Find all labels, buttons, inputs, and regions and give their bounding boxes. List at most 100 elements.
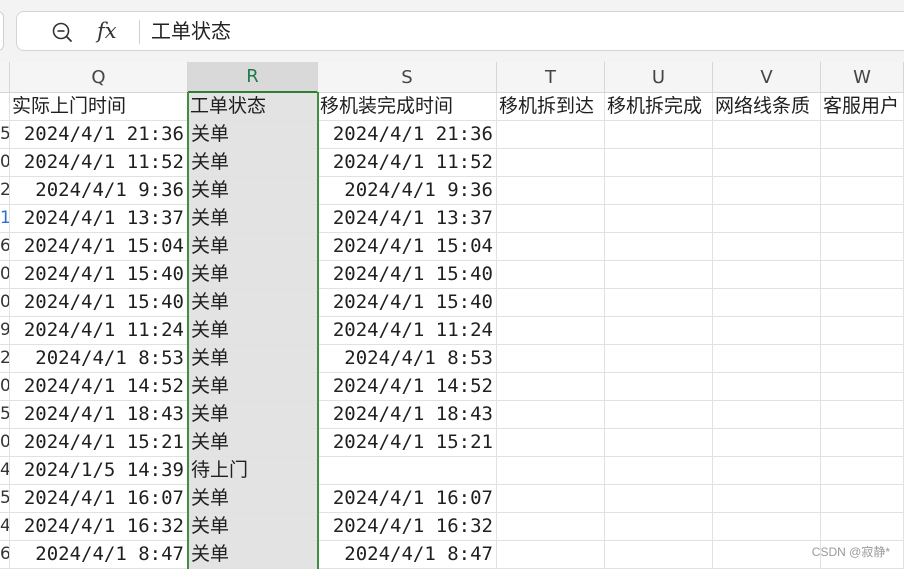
cell-empty[interactable] [497,373,605,401]
cell-r[interactable]: 关单 [188,513,318,541]
cell-r[interactable]: 关单 [188,541,318,569]
cell-empty[interactable] [713,485,821,513]
cell-empty[interactable] [713,177,821,205]
column-header-t[interactable]: T [497,62,605,93]
cell-empty[interactable] [821,261,904,289]
column-header-r[interactable]: R [188,62,318,93]
cell-r[interactable]: 关单 [188,177,318,205]
cell-empty[interactable] [713,401,821,429]
cell-empty[interactable] [821,289,904,317]
cell-empty[interactable] [497,401,605,429]
column-header-p-stub[interactable] [0,62,10,93]
cell-r[interactable]: 关单 [188,485,318,513]
cell-empty[interactable] [821,345,904,373]
cell-empty[interactable] [497,121,605,149]
cell-s[interactable]: 2024/4/1 21:36 [318,121,497,149]
cell-r[interactable]: 关单 [188,205,318,233]
cell-p[interactable]: 0 [0,261,10,289]
header-cell-v[interactable]: 网络线条质 [713,93,821,121]
cell-p[interactable]: 2 [0,345,10,373]
cell-s[interactable]: 2024/4/1 16:07 [318,485,497,513]
cell-p[interactable]: 4 [0,513,10,541]
cell-s[interactable]: 2024/4/1 8:53 [318,345,497,373]
cell-empty[interactable] [605,205,713,233]
cell-r[interactable]: 关单 [188,429,318,457]
cell-q[interactable]: 2024/4/1 14:52 [10,373,188,401]
cell-empty[interactable] [605,233,713,261]
cell-empty[interactable] [821,373,904,401]
cell-q[interactable]: 2024/1/5 14:39 [10,457,188,485]
cell-s[interactable]: 2024/4/1 13:37 [318,205,497,233]
cell-empty[interactable] [713,149,821,177]
cell-empty[interactable] [497,541,605,569]
cell-empty[interactable] [497,317,605,345]
fx-icon[interactable]: fx [97,18,117,44]
cell-empty[interactable] [821,401,904,429]
cell-q[interactable]: 2024/4/1 16:32 [10,513,188,541]
cell-empty[interactable] [497,485,605,513]
cell-empty[interactable] [497,233,605,261]
cell-empty[interactable] [821,429,904,457]
cell-s[interactable]: 2024/4/1 11:52 [318,149,497,177]
cell-r[interactable]: 关单 [188,261,318,289]
cell-q[interactable]: 2024/4/1 8:53 [10,345,188,373]
cell-empty[interactable] [497,345,605,373]
cell-p[interactable]: 5 [0,121,10,149]
cell-p[interactable]: 6 [0,541,10,569]
cell-q[interactable]: 2024/4/1 11:24 [10,317,188,345]
cell-empty[interactable] [821,457,904,485]
cell-empty[interactable] [497,261,605,289]
cell-empty[interactable] [605,485,713,513]
cell-q[interactable]: 2024/4/1 15:40 [10,261,188,289]
cell-empty[interactable] [605,317,713,345]
cell-empty[interactable] [605,149,713,177]
cell-q[interactable]: 2024/4/1 16:07 [10,485,188,513]
column-header-q[interactable]: Q [10,62,188,93]
cell-s[interactable]: 2024/4/1 9:36 [318,177,497,205]
cell-empty[interactable] [605,289,713,317]
cell-q[interactable]: 2024/4/1 8:47 [10,541,188,569]
cell-empty[interactable] [605,373,713,401]
cell-s[interactable]: 2024/4/1 15:40 [318,261,497,289]
cell-s[interactable]: 2024/4/1 15:40 [318,289,497,317]
cell-empty[interactable] [605,541,713,569]
cell-p[interactable]: 1 [0,205,10,233]
cell-empty[interactable] [497,513,605,541]
cell-r[interactable]: 关单 [188,345,318,373]
cell-empty[interactable] [821,149,904,177]
header-cell-u[interactable]: 移机拆完成 [605,93,713,121]
cell-empty[interactable] [713,289,821,317]
cell-q[interactable]: 2024/4/1 15:21 [10,429,188,457]
cell-q[interactable]: 2024/4/1 18:43 [10,401,188,429]
cell-empty[interactable] [497,177,605,205]
cell-q[interactable]: 2024/4/1 15:40 [10,289,188,317]
cell-p[interactable]: 6 [0,233,10,261]
cell-q[interactable]: 2024/4/1 13:37 [10,205,188,233]
header-cell-w[interactable]: 客服用户 [821,93,904,121]
cell-empty[interactable] [605,429,713,457]
cell-r[interactable]: 关单 [188,289,318,317]
cell-r[interactable]: 关单 [188,401,318,429]
cell-empty[interactable] [713,541,821,569]
cell-r[interactable]: 关单 [188,317,318,345]
cell-r[interactable]: 关单 [188,121,318,149]
cell-q[interactable]: 2024/4/1 21:36 [10,121,188,149]
cell-q[interactable]: 2024/4/1 11:52 [10,149,188,177]
cell-p[interactable]: 9 [0,317,10,345]
cell-q[interactable]: 2024/4/1 15:04 [10,233,188,261]
cell-r[interactable]: 待上门 [188,457,318,485]
formula-content[interactable]: 工单状态 [151,18,231,44]
cell-empty[interactable] [605,345,713,373]
cell-empty[interactable] [497,289,605,317]
header-cell-s[interactable]: 移机装完成时间 [318,93,497,121]
cell-empty[interactable] [497,149,605,177]
cell-s[interactable]: 2024/4/1 11:24 [318,317,497,345]
cell-empty[interactable] [821,205,904,233]
cell-p[interactable]: 0 [0,289,10,317]
cell-s[interactable]: 2024/4/1 16:32 [318,513,497,541]
cell-empty[interactable] [713,513,821,541]
cell-r[interactable]: 关单 [188,233,318,261]
column-header-w[interactable]: W [821,62,904,93]
cell-empty[interactable] [497,205,605,233]
cell-empty[interactable] [713,373,821,401]
